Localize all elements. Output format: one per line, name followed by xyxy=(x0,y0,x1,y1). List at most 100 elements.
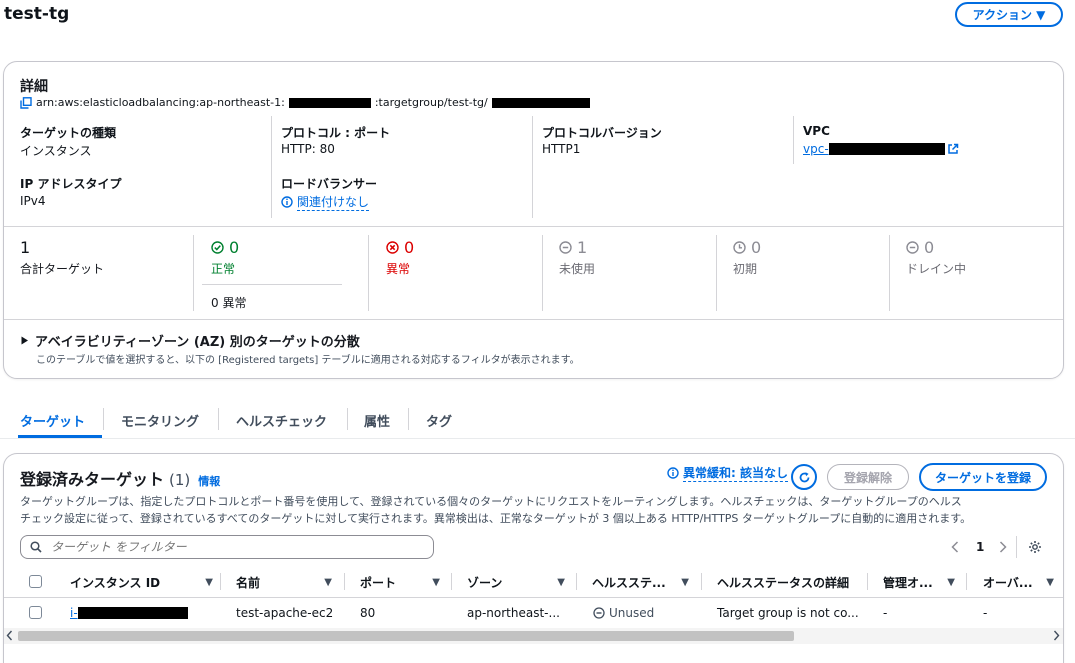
divider xyxy=(347,408,348,430)
caret-right-icon xyxy=(20,336,29,345)
column-header-port[interactable]: ポート ▼ xyxy=(360,574,440,591)
column-label: オーバ... xyxy=(983,576,1033,590)
unused-count-row[interactable]: 1 xyxy=(559,238,587,257)
divider xyxy=(344,573,345,590)
row-health-detail: Target group is not co... xyxy=(717,606,859,620)
divider xyxy=(451,573,452,590)
column-label: ヘルスステ... xyxy=(592,576,666,590)
settings-icon[interactable] xyxy=(1028,540,1042,554)
chevron-left-icon[interactable] xyxy=(951,541,959,553)
divider xyxy=(542,235,543,311)
vpc-value[interactable]: vpc- xyxy=(803,142,829,156)
health-status-text: Unused xyxy=(609,606,655,620)
divider xyxy=(889,235,890,311)
load-balancer-value[interactable]: 関連付けなし xyxy=(281,193,370,211)
register-targets-button[interactable]: ターゲットを登録 xyxy=(919,463,1047,491)
tab-tags[interactable]: タグ xyxy=(426,411,452,430)
divider xyxy=(867,573,868,590)
column-label: 名前 xyxy=(236,576,261,590)
column-header-health-detail[interactable]: ヘルスステータスの詳細 xyxy=(717,574,849,591)
vpc-link[interactable]: vpc- xyxy=(803,142,959,156)
tab-attributes[interactable]: 属性 xyxy=(364,411,390,430)
info-link[interactable]: 情報 xyxy=(198,473,220,489)
column-header-override[interactable]: オーバ... ▼ xyxy=(983,574,1054,591)
protocol-version-value: HTTP1 xyxy=(542,142,581,156)
caret-down-icon[interactable]: ▼ xyxy=(681,577,689,588)
caret-down-icon[interactable]: ▼ xyxy=(205,577,213,588)
divider xyxy=(202,284,342,285)
minus-circle-icon xyxy=(906,241,919,254)
divider xyxy=(701,573,702,590)
redacted-vpc xyxy=(828,143,945,155)
protocol-version-label: プロトコルバージョン xyxy=(542,126,662,140)
divider xyxy=(716,235,717,311)
az-expander[interactable]: アベイラビリティーゾーン (AZ) 別のターゲットの分散 xyxy=(20,331,360,350)
mitigation-text[interactable]: 異常緩和: 該当なし xyxy=(683,464,788,482)
unhealthy-label: 異常 xyxy=(386,262,411,276)
healthy-count-row[interactable]: 0 xyxy=(211,238,239,257)
load-balancer-label: ロードバランサー xyxy=(281,177,378,191)
row-port: 80 xyxy=(360,606,376,620)
divider xyxy=(1016,536,1017,558)
ip-type-value: IPv4 xyxy=(20,194,46,208)
unhealthy-count-row[interactable]: 0 xyxy=(386,238,414,257)
copy-icon[interactable] xyxy=(20,96,32,109)
caret-down-icon[interactable]: ▼ xyxy=(324,577,332,588)
load-balancer-link[interactable]: 関連付けなし xyxy=(297,193,370,211)
filter-box[interactable] xyxy=(20,535,434,559)
tab-monitoring[interactable]: モニタリング xyxy=(121,411,199,430)
external-link-icon[interactable] xyxy=(947,143,959,155)
deregister-button[interactable]: 登録解除 xyxy=(827,464,909,490)
az-title: アベイラビリティーゾーン (AZ) 別のターゲットの分散 xyxy=(35,335,360,350)
actions-button[interactable]: アクション ▼ xyxy=(955,2,1063,27)
initial-count-row[interactable]: 0 xyxy=(733,238,761,257)
anomaly-text: 0 異常 xyxy=(211,296,247,310)
chevron-right-icon[interactable] xyxy=(1053,630,1060,641)
tab-targets[interactable]: ターゲット xyxy=(20,411,85,430)
instance-id-link[interactable]: i- xyxy=(70,606,188,620)
column-header-name[interactable]: 名前 ▼ xyxy=(236,574,332,591)
caret-down-icon[interactable]: ▼ xyxy=(432,577,440,588)
column-header-health-status[interactable]: ヘルスステ... ▼ xyxy=(592,574,689,591)
mitigation-status[interactable]: 異常緩和: 該当なし xyxy=(667,464,788,482)
chevron-left-icon[interactable] xyxy=(6,630,13,641)
unused-label: 未使用 xyxy=(559,262,596,276)
redacted-account xyxy=(288,97,371,108)
divider xyxy=(4,597,1063,598)
divider xyxy=(408,408,409,430)
refresh-icon xyxy=(798,471,811,484)
draining-count-row[interactable]: 0 xyxy=(906,238,934,257)
divider xyxy=(218,408,219,430)
divider xyxy=(103,408,104,430)
caret-down-icon[interactable]: ▼ xyxy=(947,577,955,588)
initial-count: 0 xyxy=(751,238,762,257)
initial-label: 初期 xyxy=(733,262,758,276)
column-header-instance-id[interactable]: インスタンス ID ▼ xyxy=(70,574,213,591)
scrollbar-thumb[interactable] xyxy=(18,631,794,641)
divider xyxy=(532,116,533,218)
select-all-checkbox[interactable] xyxy=(29,575,42,588)
details-heading: 詳細 xyxy=(20,79,48,95)
x-circle-icon xyxy=(386,241,399,254)
column-header-admin[interactable]: 管理オ... ▼ xyxy=(883,574,955,591)
registered-title: 登録済みターゲット xyxy=(20,470,165,489)
info-icon xyxy=(281,196,293,208)
arn-row: arn:aws:elasticloadbalancing:ap-northeas… xyxy=(20,96,590,109)
row-checkbox[interactable] xyxy=(29,606,42,619)
tab-health-checks[interactable]: ヘルスチェック xyxy=(236,411,327,430)
page-number[interactable]: 1 xyxy=(976,540,984,554)
row-zone: ap-northeast-... xyxy=(467,606,560,620)
search-icon xyxy=(30,541,42,553)
instance-id-prefix[interactable]: i- xyxy=(70,606,78,620)
divider xyxy=(368,235,369,311)
filter-input[interactable] xyxy=(49,539,409,555)
divider xyxy=(966,573,967,590)
caret-down-icon[interactable]: ▼ xyxy=(1046,577,1054,588)
refresh-button[interactable] xyxy=(791,464,817,490)
redacted-instance-id xyxy=(77,607,188,619)
chevron-right-icon[interactable] xyxy=(999,541,1007,553)
divider xyxy=(4,226,1063,227)
divider xyxy=(793,116,794,164)
caret-down-icon[interactable]: ▼ xyxy=(557,577,565,588)
column-header-zone[interactable]: ゾーン ▼ xyxy=(467,574,565,591)
